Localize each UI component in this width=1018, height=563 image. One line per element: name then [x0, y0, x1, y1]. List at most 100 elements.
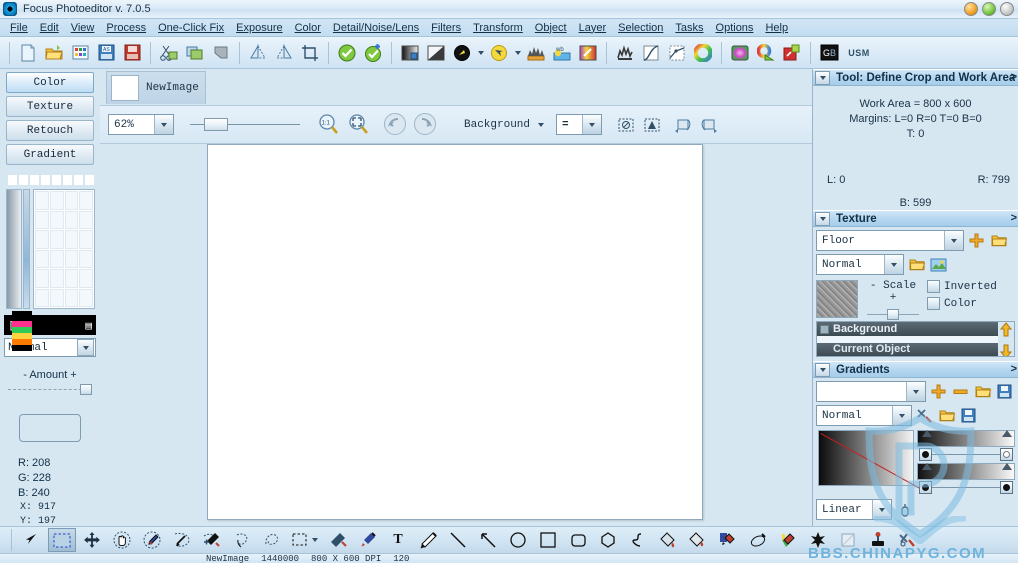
- arrow-tool[interactable]: [474, 528, 502, 552]
- current-color-swatch[interactable]: [19, 414, 81, 442]
- texture-preview[interactable]: [816, 280, 858, 318]
- menu-object[interactable]: Object: [529, 21, 573, 35]
- grid-swatch[interactable]: [35, 288, 49, 307]
- pointer-tool[interactable]: [18, 528, 46, 552]
- chevron-down-icon[interactable]: [582, 115, 602, 134]
- grid-swatch[interactable]: [79, 210, 93, 229]
- menu-view[interactable]: View: [65, 21, 101, 35]
- grid-swatch[interactable]: [49, 288, 64, 307]
- nav-back-icon[interactable]: [382, 112, 408, 138]
- grid-swatch[interactable]: [64, 191, 79, 210]
- swatch[interactable]: [19, 175, 28, 185]
- texture-scale-knob[interactable]: [887, 309, 899, 320]
- color-spectrum-strip[interactable]: [12, 311, 32, 351]
- close-button[interactable]: [1000, 2, 1014, 16]
- gradient-name-select[interactable]: [816, 381, 926, 402]
- menu-color[interactable]: Color: [289, 21, 327, 35]
- grid-swatch[interactable]: [35, 230, 49, 249]
- tool-panel-collapse-icon[interactable]: [815, 70, 830, 85]
- minimize-button[interactable]: [964, 2, 978, 16]
- one-click-fix-icon[interactable]: [335, 41, 359, 65]
- gradients-panel-collapse-icon[interactable]: [815, 362, 830, 377]
- marquee-options-tool[interactable]: [288, 528, 322, 552]
- grid-swatch[interactable]: [49, 249, 64, 268]
- shadow-dropdown-arrow[interactable]: [512, 41, 523, 65]
- texture-image-icon[interactable]: [929, 255, 948, 274]
- gradient-stop-marker[interactable]: [1002, 430, 1012, 437]
- image-canvas[interactable]: [207, 144, 703, 520]
- rectangle-tool[interactable]: [534, 528, 562, 552]
- gradient-color-handle-right[interactable]: [1000, 481, 1013, 494]
- zoom-level-select[interactable]: 62%: [108, 114, 174, 135]
- menu-transform[interactable]: Transform: [467, 21, 529, 35]
- usm-icon[interactable]: USM: [843, 41, 875, 65]
- freehand-lasso-tool[interactable]: [258, 528, 286, 552]
- add-icon[interactable]: [929, 382, 948, 401]
- texture-panel-expand-icon[interactable]: >: [1011, 212, 1017, 224]
- hue-saturation-icon[interactable]: [728, 41, 752, 65]
- grid-swatch[interactable]: [49, 191, 64, 210]
- rectangle-select-tool[interactable]: [48, 528, 76, 552]
- line-tool[interactable]: [444, 528, 472, 552]
- gradient-preview[interactable]: [818, 430, 930, 495]
- chevron-down-icon[interactable]: [872, 500, 891, 519]
- grid-swatch[interactable]: [64, 269, 79, 288]
- menu-file[interactable]: File: [4, 21, 34, 35]
- gradient-stop-marker[interactable]: [922, 430, 932, 437]
- remove-icon[interactable]: [951, 382, 970, 401]
- zoom-slider[interactable]: [190, 117, 300, 132]
- color-cast-icon[interactable]: [576, 41, 600, 65]
- nav-forward-icon[interactable]: [412, 112, 438, 138]
- lasso-tool[interactable]: [228, 528, 256, 552]
- open-folder-icon[interactable]: [42, 41, 66, 65]
- ellipse-tool[interactable]: [504, 528, 532, 552]
- texture-blend-select[interactable]: Normal: [816, 254, 904, 275]
- rounded-rectangle-tool[interactable]: [564, 528, 592, 552]
- texture-panel-collapse-icon[interactable]: [815, 211, 830, 226]
- grid-swatch[interactable]: [79, 288, 93, 307]
- save-icon[interactable]: [120, 41, 144, 65]
- tools-icon[interactable]: [915, 406, 934, 425]
- save-gradient-icon[interactable]: [959, 406, 978, 425]
- gradient-color-slider[interactable]: [917, 480, 1015, 495]
- zoom-slider-knob[interactable]: [204, 117, 228, 131]
- left-tab-texture[interactable]: Texture: [6, 96, 94, 117]
- polygon-tool[interactable]: [594, 528, 622, 552]
- curves-icon[interactable]: [639, 41, 663, 65]
- clone-stamp-tool[interactable]: [324, 528, 352, 552]
- chevron-down-icon[interactable]: [884, 255, 903, 274]
- swatch[interactable]: [52, 175, 61, 185]
- grid-swatch[interactable]: [49, 210, 64, 229]
- swatch-grid[interactable]: [33, 189, 95, 309]
- color-replace-icon[interactable]: [780, 41, 804, 65]
- pencil-tool[interactable]: [414, 528, 442, 552]
- eyedropper-select-tool[interactable]: [138, 528, 166, 552]
- gradient-color-handle-left[interactable]: [919, 481, 932, 494]
- color-table-icon[interactable]: [68, 41, 92, 65]
- zoom-actual-size-icon[interactable]: 1:1: [316, 112, 342, 138]
- chevron-down-icon[interactable]: [154, 115, 173, 134]
- grid-swatch[interactable]: [64, 230, 79, 249]
- gradient-opacity-bar[interactable]: [917, 430, 1015, 447]
- menu-process[interactable]: Process: [100, 21, 152, 35]
- levels-histogram-icon[interactable]: [613, 41, 637, 65]
- color-wheel-icon[interactable]: [691, 41, 715, 65]
- canvas-area[interactable]: [100, 144, 812, 526]
- gradient-slider-handle-left[interactable]: [919, 448, 932, 461]
- gradients-panel-expand-icon[interactable]: >: [1011, 363, 1017, 375]
- crop-icon[interactable]: [298, 41, 322, 65]
- eraser-tool[interactable]: [834, 528, 862, 552]
- hand-tool[interactable]: [108, 528, 136, 552]
- menu-edit[interactable]: Edit: [34, 21, 65, 35]
- grid-swatch[interactable]: [79, 230, 93, 249]
- open-folder-icon[interactable]: [973, 382, 992, 401]
- gradient-blend-select[interactable]: Normal: [816, 405, 912, 426]
- zoom-fit-icon[interactable]: [346, 112, 372, 138]
- swatch[interactable]: [74, 175, 83, 185]
- repair-tool[interactable]: [894, 528, 922, 552]
- copy-icon[interactable]: [183, 41, 207, 65]
- move-up-icon[interactable]: [999, 322, 1013, 340]
- link-icon[interactable]: [895, 500, 914, 519]
- grid-swatch[interactable]: [35, 269, 49, 288]
- grid-swatch[interactable]: [35, 191, 49, 210]
